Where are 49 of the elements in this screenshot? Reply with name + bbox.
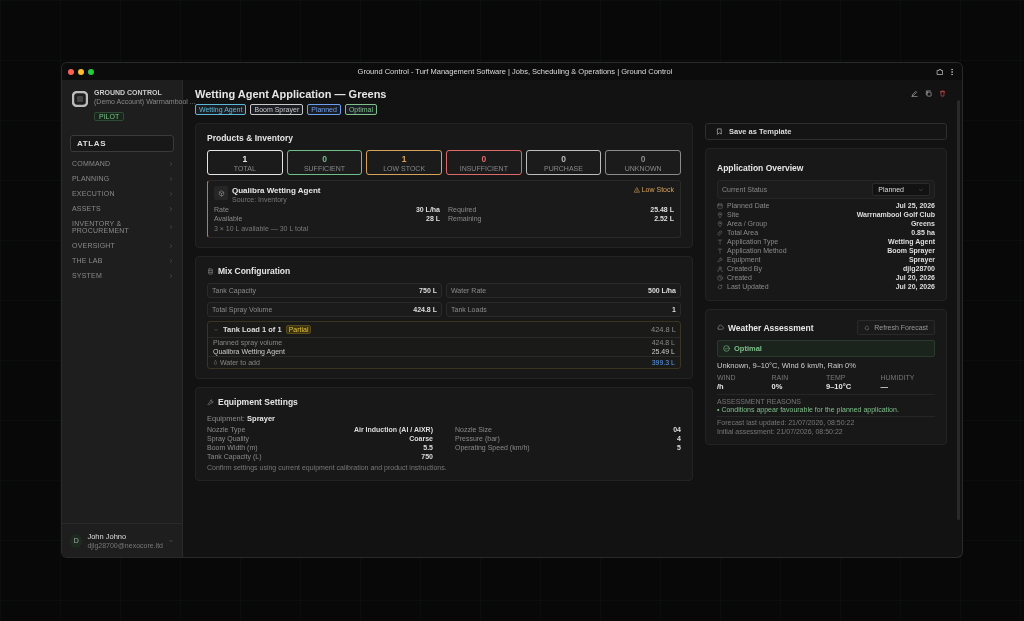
logo-icon <box>72 91 88 107</box>
calendar-icon <box>717 202 723 209</box>
text-icon <box>717 238 723 245</box>
delete-icon <box>939 90 946 97</box>
stat-value: 0 <box>560 154 567 164</box>
chevron-icon <box>168 160 174 167</box>
ruler-icon <box>717 229 723 236</box>
warning-icon <box>633 186 640 193</box>
card-title: Weather Assessment <box>728 322 814 333</box>
clock-icon <box>717 274 723 281</box>
refresh-icon <box>864 324 871 331</box>
stat-value: 0 <box>480 154 488 164</box>
wrench-icon <box>207 398 214 406</box>
check-circle-icon <box>723 345 730 352</box>
wrench-icon <box>717 256 723 263</box>
card-title: Mix Configuration <box>218 266 291 276</box>
chevron-icon <box>168 175 174 182</box>
chevron-icon <box>213 326 219 333</box>
cloud-icon <box>717 324 724 331</box>
chevron-icon <box>168 190 174 197</box>
copy-icon <box>925 90 932 97</box>
more-icon <box>948 67 956 76</box>
stat-value: 0 <box>321 154 328 164</box>
stat-value: 0 <box>639 154 647 164</box>
card-title: Application Overview <box>717 163 805 173</box>
product-name: Qualibra Wetting Agent <box>232 186 321 195</box>
box-icon <box>217 189 225 197</box>
page-title: Wetting Agent Application — Greens <box>195 88 387 100</box>
edit-icon <box>911 90 918 97</box>
stat-value: 1 <box>241 154 249 164</box>
chevron-icon <box>168 205 174 212</box>
chevron-icon <box>168 537 174 544</box>
card-title: Products & Inventory <box>207 133 294 143</box>
chevron-icon <box>168 242 174 249</box>
pin-icon <box>717 220 723 227</box>
chevron-icon <box>168 272 174 279</box>
section-header[interactable]: ATLAS <box>70 135 174 152</box>
bookmark-icon <box>716 128 723 135</box>
chevron-icon <box>168 224 174 230</box>
drop-icon <box>213 360 218 365</box>
refresh-icon <box>717 283 723 290</box>
text-icon <box>717 247 723 254</box>
card-title: Equipment Settings <box>218 397 298 407</box>
chevron-icon <box>168 257 174 264</box>
tank-icon <box>207 267 214 275</box>
chevron-icon <box>918 186 924 193</box>
pin-icon <box>717 211 723 218</box>
stat-value: 1 <box>400 154 408 164</box>
user-icon <box>717 265 723 272</box>
